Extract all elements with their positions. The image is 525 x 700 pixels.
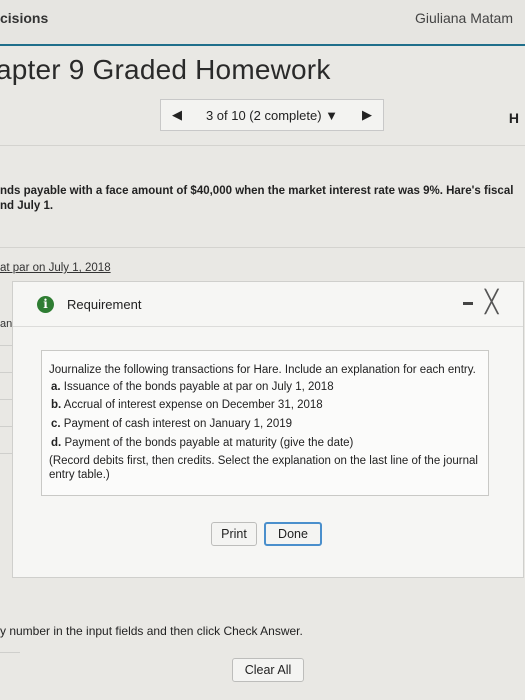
partial-label: an <box>0 318 13 330</box>
question-text: nds payable with a face amount of $40,00… <box>0 185 514 212</box>
close-icon[interactable]: ╳ <box>485 291 498 313</box>
dialog-title: Requirement <box>67 297 142 312</box>
divider <box>0 247 525 248</box>
requirement-content: Journalize the following transactions fo… <box>41 350 489 496</box>
partial-link[interactable]: at par on July 1, 2018 <box>0 262 111 274</box>
page-title: apter 9 Graded Homework <box>0 54 331 85</box>
breadcrumb[interactable]: cisions <box>0 10 48 26</box>
minimize-icon[interactable] <box>463 302 473 305</box>
list-item: b. Accrual of interest expense on Decemb… <box>51 398 323 411</box>
divider <box>0 145 525 146</box>
help-link[interactable]: H <box>509 110 519 126</box>
print-button[interactable]: Print <box>211 522 257 546</box>
requirement-intro: Journalize the following transactions fo… <box>49 364 476 376</box>
user-name[interactable]: Giuliana Matam <box>415 10 513 26</box>
question-navigator: ◀ 3 of 10 (2 complete) ▼ ▶ <box>160 99 384 131</box>
list-item: d. Payment of the bonds payable at matur… <box>51 436 354 449</box>
next-question-icon[interactable]: ▶ <box>351 107 383 123</box>
info-icon: i <box>37 296 54 313</box>
clear-all-button[interactable]: Clear All <box>232 658 304 682</box>
requirement-dialog: i Requirement ╳ Journalize the following… <box>12 281 524 578</box>
requirement-note: (Record debits first, then credits. Sele… <box>49 454 478 482</box>
divider <box>0 652 20 653</box>
prev-question-icon[interactable]: ◀ <box>161 107 193 123</box>
done-button[interactable]: Done <box>264 522 322 546</box>
instruction-text: y number in the input fields and then cl… <box>0 624 303 638</box>
question-counter-dropdown[interactable]: 3 of 10 (2 complete) ▼ <box>193 108 351 123</box>
list-item: a. Issuance of the bonds payable at par … <box>51 380 334 393</box>
list-item: c. Payment of cash interest on January 1… <box>51 417 293 430</box>
